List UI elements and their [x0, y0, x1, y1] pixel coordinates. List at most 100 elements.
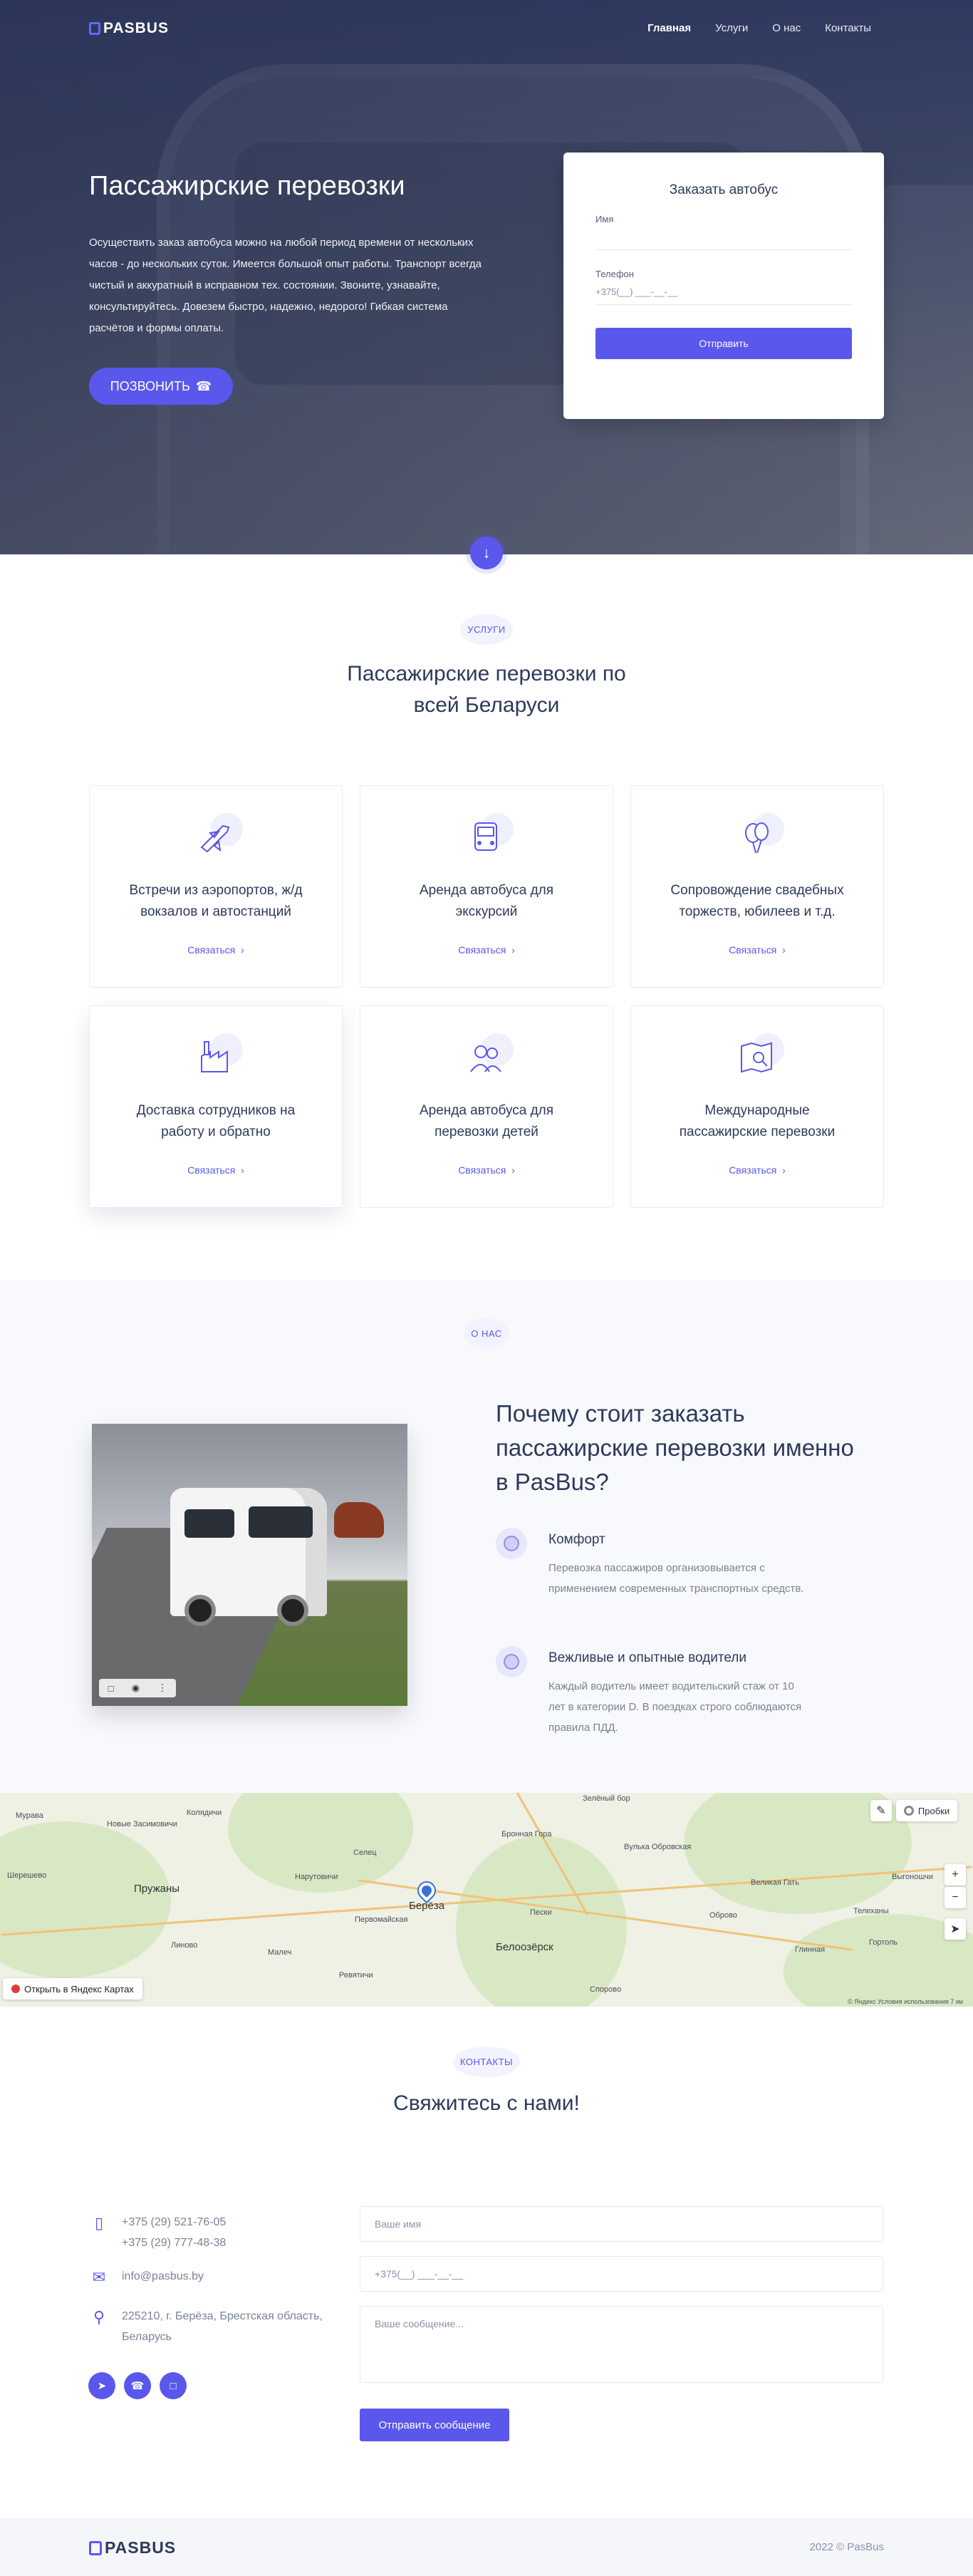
- service-card-airport: Встречи из аэропортов, ж/д вокзалов и авт…: [89, 785, 343, 988]
- viber-icon[interactable]: □: [160, 2372, 187, 2399]
- feature-comfort: Комфорт Перевозка пассажиров организовыв…: [496, 1528, 831, 1620]
- service-card-title: Доставка сотрудников на работу и обратно: [136, 1103, 296, 1139]
- map-label: Споровo: [590, 1985, 622, 1994]
- about-photo: □ ◉ ⋮: [92, 1424, 407, 1706]
- service-card-title: Встречи из аэропортов, ж/д вокзалов и авт…: [129, 883, 303, 919]
- map-pin-icon: [11, 1985, 20, 1993]
- feature-title: Вежливые и опытные водители: [548, 1650, 746, 1665]
- photo-toolbar: □ ◉ ⋮: [99, 1679, 176, 1697]
- feature-text: Перевозка пассажиров организовывается с …: [548, 1562, 804, 1595]
- service-card-excursions: Аренда автобуса для экскурсий Связаться ›: [360, 785, 613, 988]
- service-card-title: Международные пассажирские перевозки: [679, 1103, 836, 1139]
- contacts-tag: КОНТАКТЫ: [452, 2047, 521, 2077]
- logo-mark-icon: [89, 22, 100, 35]
- map-label: Первомайская: [355, 1915, 408, 1924]
- contact-name-input[interactable]: Ваше имя: [360, 2206, 883, 2242]
- name-label: Имя: [595, 214, 614, 224]
- services-section: УСЛУГИ Пассажирские перевозки по всей Бе…: [0, 554, 973, 1280]
- ruler-button[interactable]: ✎: [870, 1800, 892, 1821]
- name-field[interactable]: [595, 224, 852, 250]
- call-button-label: ПОЗВОНИТЬ: [110, 378, 190, 393]
- phone-1[interactable]: +375 (29) 521-76-05: [122, 2216, 226, 2228]
- map-label: Колядичи: [187, 1809, 222, 1817]
- yandex-map[interactable]: Муравa Новые Засимовичи Колядичи Шерешев…: [0, 1793, 973, 2007]
- nav-item-services[interactable]: Услуги: [715, 22, 748, 34]
- ruler-icon: ✎: [876, 1805, 886, 1817]
- top-nav: PASBUS Главная Услуги О нас Контакты: [0, 0, 973, 57]
- map-label: Великая Гать: [751, 1878, 799, 1887]
- airplane-icon: [194, 813, 243, 859]
- nav-item-about[interactable]: О нас: [772, 22, 801, 34]
- telegram-icon[interactable]: ➤: [88, 2372, 115, 2399]
- map-label: Нарутовичи: [295, 1873, 338, 1881]
- traffic-icon: [903, 1806, 914, 1816]
- footer-logo[interactable]: PASBUS: [89, 2538, 176, 2557]
- smartphone-icon: ▯: [94, 2213, 104, 2232]
- map-label-city: Берёза: [409, 1900, 445, 1912]
- map-label: Бронная Гора: [501, 1830, 552, 1838]
- about-tag: О НАС: [464, 1318, 509, 1349]
- bookmark-icon[interactable]: □: [108, 1683, 114, 1694]
- more-icon[interactable]: ⋮: [157, 1682, 167, 1694]
- logo[interactable]: PASBUS: [89, 20, 169, 37]
- hero-section: PASBUS Главная Услуги О нас Контакты Пас…: [0, 0, 973, 554]
- open-in-yandex-button[interactable]: Открыть в Яндекс Картах: [3, 1978, 142, 2000]
- map-label: Оброво: [709, 1911, 737, 1920]
- call-button[interactable]: ПОЗВОНИТЬ ☎: [89, 368, 233, 405]
- service-card-title: Сопровождение свадебных торжеств, юбилеев…: [670, 883, 844, 919]
- phone-field[interactable]: +375(__) ___-__-__: [595, 279, 852, 305]
- service-contact-link[interactable]: Связаться ›: [90, 944, 342, 956]
- order-submit-button[interactable]: Отправить: [595, 328, 852, 359]
- page: PASBUS Главная Услуги О нас Контакты Пас…: [0, 0, 973, 2576]
- arrow-down-icon: ↓: [482, 544, 491, 562]
- map-footer: © Яндекс Условия использования 7 км: [848, 1998, 963, 2005]
- traffic-button[interactable]: Пробки: [896, 1800, 957, 1821]
- scroll-down-button[interactable]: ↓: [470, 537, 503, 569]
- map-label: Новые Засимовичи: [107, 1820, 177, 1828]
- phone-2[interactable]: +375 (29) 777-48-38: [122, 2237, 226, 2249]
- map-label: Глинная: [795, 1945, 826, 1954]
- map-label: Селец: [353, 1848, 377, 1857]
- service-card-title: Аренда автобуса для перевозки детей: [419, 1103, 554, 1139]
- email-link[interactable]: info@pasbus.by: [122, 2266, 350, 2287]
- contact-phone-input[interactable]: +375(__) ___-__-__: [360, 2256, 883, 2292]
- nav-item-contacts[interactable]: Контакты: [825, 22, 871, 34]
- zoom-in-button[interactable]: +: [945, 1864, 966, 1886]
- send-message-button[interactable]: Отправить сообщение: [360, 2409, 509, 2441]
- geolocation-button[interactable]: ➤: [945, 1918, 966, 1940]
- map-label-city: Белоозёрск: [496, 1941, 553, 1953]
- feature-title: Комфорт: [548, 1532, 605, 1547]
- map-label: Ревятичи: [339, 1971, 373, 1980]
- driver-icon: [496, 1646, 527, 1677]
- map-label: Выгоношчи: [892, 1873, 934, 1881]
- bus-icon: [496, 1528, 527, 1559]
- zoom-out-button[interactable]: −: [945, 1887, 966, 1908]
- feature-drivers: Вежливые и опытные водители Каждый водит…: [496, 1646, 831, 1739]
- service-contact-link[interactable]: Связаться ›: [631, 944, 883, 956]
- map-label: Зелёный бор: [583, 1794, 630, 1803]
- location-pin-icon[interactable]: [415, 1879, 438, 1902]
- nav-item-home[interactable]: Главная: [647, 22, 691, 34]
- map-label: Линово: [171, 1941, 198, 1950]
- services-title-line2: всей Беларуси: [413, 693, 560, 717]
- map-label: Малеч: [268, 1948, 292, 1957]
- hero-title: Пассажирские перевозки: [89, 171, 405, 201]
- about-section: О НАС □ ◉ ⋮ Почему стоит заказать пассажи…: [0, 1280, 973, 1793]
- children-icon: [465, 1033, 514, 1079]
- envelope-icon: ✉: [92, 2267, 106, 2286]
- copyright: 2022 © PasBus: [809, 2541, 884, 2553]
- contact-message-textarea[interactable]: Ваше сообщение...: [360, 2306, 883, 2383]
- service-contact-link[interactable]: Связаться ›: [360, 944, 613, 956]
- map-label: Шерешево: [7, 1871, 47, 1880]
- camera-icon[interactable]: ◉: [132, 1682, 140, 1694]
- service-contact-link[interactable]: Связаться ›: [631, 1164, 883, 1176]
- whatsapp-icon[interactable]: ☎: [124, 2372, 151, 2399]
- hero-text: Осуществить заказ автобуса можно на любо…: [89, 237, 482, 334]
- service-card-children: Аренда автобуса для перевозки детей Связа…: [360, 1005, 613, 1208]
- map-label: Пески: [530, 1908, 552, 1917]
- location-icon: ⚲: [93, 2307, 105, 2326]
- service-contact-link[interactable]: Связаться ›: [360, 1164, 613, 1176]
- map-label-city: Пружаны: [134, 1883, 180, 1895]
- van-image: [170, 1488, 327, 1626]
- service-contact-link[interactable]: Связаться ›: [90, 1164, 342, 1176]
